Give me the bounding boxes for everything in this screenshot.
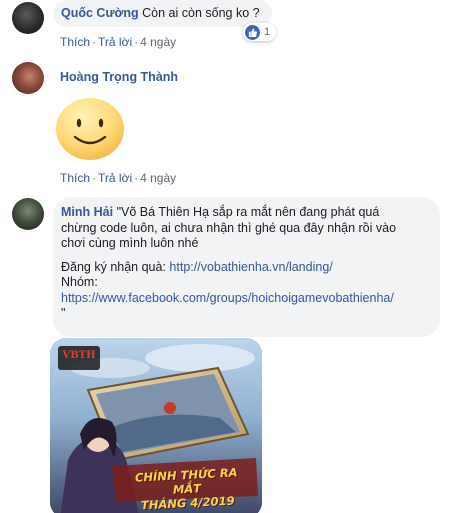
comment-bubble: Quốc Cường Còn ai còn sống ko ? [53,0,272,27]
like-count-badge[interactable]: 1 [243,23,277,41]
avatar[interactable] [12,2,44,34]
comment-author[interactable]: Minh Hải [61,205,113,219]
comment-author[interactable]: Quốc Cường [61,6,139,20]
timestamp[interactable]: 4 ngày [140,35,176,49]
register-label: Đăng ký nhận quà: [61,259,170,274]
like-link[interactable]: Thích [60,171,90,185]
comment-actions: Thích · Trả lời · 4 ngày [60,35,177,49]
reply-link[interactable]: Trả lời [98,35,132,49]
comment-bubble: Minh Hải "Võ Bá Thiên Hạ sắp ra mắt nên … [53,197,440,337]
like-count: 1 [264,26,271,38]
smiley-sticker-icon [54,96,126,162]
comment-text: Còn ai còn sống ko ? [142,6,260,20]
reply-link[interactable]: Trả lời [98,171,132,185]
avatar[interactable] [12,198,44,230]
comment-author[interactable]: Hoàng Trọng Thành [60,70,178,84]
closing-quote: " [61,306,66,320]
comment-actions: Thích · Trả lời · 4 ngày [60,171,177,185]
group-label: Nhóm: [61,275,98,289]
comment-text-line: chừng code luôn, ai chưa nhận thì ghé qu… [61,220,397,235]
avatar[interactable] [12,62,44,94]
game-logo: VBTH [62,350,96,361]
thumbs-up-icon [245,24,260,40]
comment-text-line: "Võ Bá Thiên Hạ sắp ra mắt nên đang phát… [116,205,380,219]
register-link[interactable]: http://vobathienha.vn/landing/ [169,260,332,274]
comment-text-line: chơi cùng mình luôn nhé [61,236,199,250]
timestamp[interactable]: 4 ngày [140,171,176,185]
group-link[interactable]: https://www.facebook.com/groups/hoichoig… [61,291,394,305]
attached-game-image[interactable]: VBTH CHÍNH THỨC RA MẮT THÁNG 4/2019 [50,338,262,513]
like-link[interactable]: Thích [60,35,90,49]
